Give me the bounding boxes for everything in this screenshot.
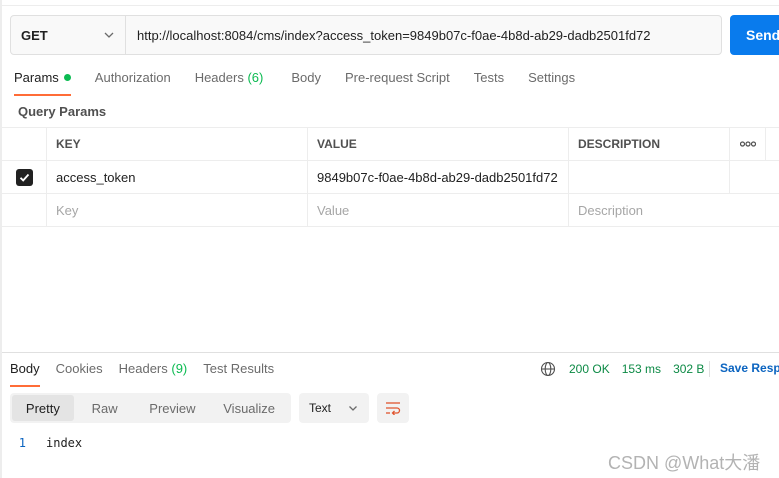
tab-cookies-label: Cookies [55, 361, 103, 376]
column-header-description: DESCRIPTION [569, 128, 730, 160]
response-time[interactable]: 153 ms [622, 362, 661, 376]
tab-authorization[interactable]: Authorization [95, 70, 171, 94]
tab-params-label: Params [14, 70, 59, 85]
param-key-cell[interactable]: access_token [47, 161, 308, 193]
table-row: access_token 9849b07c-f0ae-4b8d-ab29-dad… [2, 161, 779, 194]
tab-pre-request-script[interactable]: Pre-request Script [345, 70, 450, 94]
view-mode-visualize[interactable]: Visualize [209, 395, 289, 421]
table-row-new: Key Value Description [2, 194, 779, 227]
save-response-button[interactable]: Save Resp [720, 361, 779, 375]
row-extra-cell [766, 161, 779, 193]
view-mode-preview[interactable]: Preview [136, 395, 210, 421]
new-key-input[interactable]: Key [47, 194, 308, 226]
row-checkbox-cell [2, 161, 47, 193]
tab-headers-count: (6) [247, 70, 264, 85]
table-header-row: KEY VALUE DESCRIPTION [2, 127, 779, 161]
more-dots-icon [739, 141, 756, 147]
new-value-input[interactable]: Value [308, 194, 569, 226]
param-value-cell[interactable]: 9849b07c-f0ae-4b8d-ab29-dadb2501fd72 [308, 161, 569, 193]
window-left-border [0, 0, 2, 478]
format-label: Text [309, 401, 332, 415]
response-body-editor[interactable]: 1 index [10, 436, 82, 450]
wrap-lines-icon [386, 402, 401, 415]
bulk-edit-cell [766, 128, 779, 160]
new-row-checkbox-cell [2, 194, 47, 226]
send-button[interactable]: Send [730, 15, 779, 55]
tab-settings-label: Settings [528, 70, 576, 85]
line-number: 1 [18, 436, 26, 450]
tab-body[interactable]: Body [291, 70, 321, 94]
view-mode-toggle: Pretty Raw Preview Visualize [10, 393, 291, 423]
tab-test-results-label: Test Results [203, 361, 275, 376]
tab-headers[interactable]: Headers (6) [195, 70, 264, 94]
row-spacer-cell [730, 161, 766, 193]
globe-icon[interactable] [540, 361, 556, 377]
checkmark-icon [19, 173, 29, 182]
new-description-input[interactable]: Description [569, 194, 730, 226]
param-enabled-checkbox[interactable] [15, 168, 33, 186]
response-size[interactable]: 302 B [673, 362, 704, 376]
pane-divider[interactable] [2, 352, 779, 353]
response-meta: 200 OK 153 ms 302 B [540, 361, 704, 377]
tab-response-headers-count: (9) [171, 361, 188, 376]
params-active-dot-icon [63, 74, 71, 81]
new-row-extra-cell [766, 194, 779, 226]
chevron-down-icon [349, 406, 357, 411]
chevron-down-icon [104, 32, 114, 38]
watermark: CSDN @What大潘 [608, 453, 761, 473]
tab-body-label: Body [291, 70, 321, 85]
param-description-cell[interactable] [569, 161, 730, 193]
request-bar: GET [10, 15, 722, 55]
tab-response-body-label: Body [10, 361, 40, 376]
meta-separator [709, 361, 710, 377]
format-select[interactable]: Text [299, 393, 369, 423]
query-params-title: Query Params [18, 104, 107, 119]
tab-tests-label: Tests [473, 70, 505, 85]
more-options-button[interactable] [730, 128, 766, 160]
new-row-spacer-cell [730, 194, 766, 226]
wrap-lines-button[interactable] [377, 393, 409, 423]
tab-authorization-label: Authorization [94, 70, 171, 85]
url-input[interactable] [126, 16, 721, 54]
tab-response-headers-label: Headers [118, 361, 168, 376]
status-code[interactable]: 200 OK [569, 362, 610, 376]
tab-tests[interactable]: Tests [474, 70, 504, 94]
tab-settings[interactable]: Settings [528, 70, 575, 94]
tab-headers-label: Headers [194, 70, 244, 85]
tab-cookies[interactable]: Cookies [56, 361, 103, 385]
query-params-table: KEY VALUE DESCRIPTION access_token 9849b… [2, 127, 779, 227]
tab-test-results[interactable]: Test Results [203, 361, 274, 385]
column-header-key: KEY [47, 128, 308, 160]
tab-pre-request-script-label: Pre-request Script [344, 70, 450, 85]
request-tabs: Params Authorization Headers (6) Body Pr… [14, 70, 575, 96]
method-label: GET [21, 27, 48, 43]
header-checkbox-cell [2, 128, 47, 160]
tab-response-body[interactable]: Body [10, 361, 40, 387]
method-select[interactable]: GET [11, 16, 126, 54]
window-top-border [0, 0, 779, 6]
tab-params[interactable]: Params [14, 70, 71, 96]
view-mode-pretty[interactable]: Pretty [12, 395, 74, 421]
view-mode-raw[interactable]: Raw [74, 395, 136, 421]
response-body-text: index [46, 436, 83, 450]
column-header-value: VALUE [308, 128, 569, 160]
response-tabs: Body Cookies Headers (9) Test Results [10, 361, 274, 387]
tab-response-headers[interactable]: Headers (9) [119, 361, 188, 385]
